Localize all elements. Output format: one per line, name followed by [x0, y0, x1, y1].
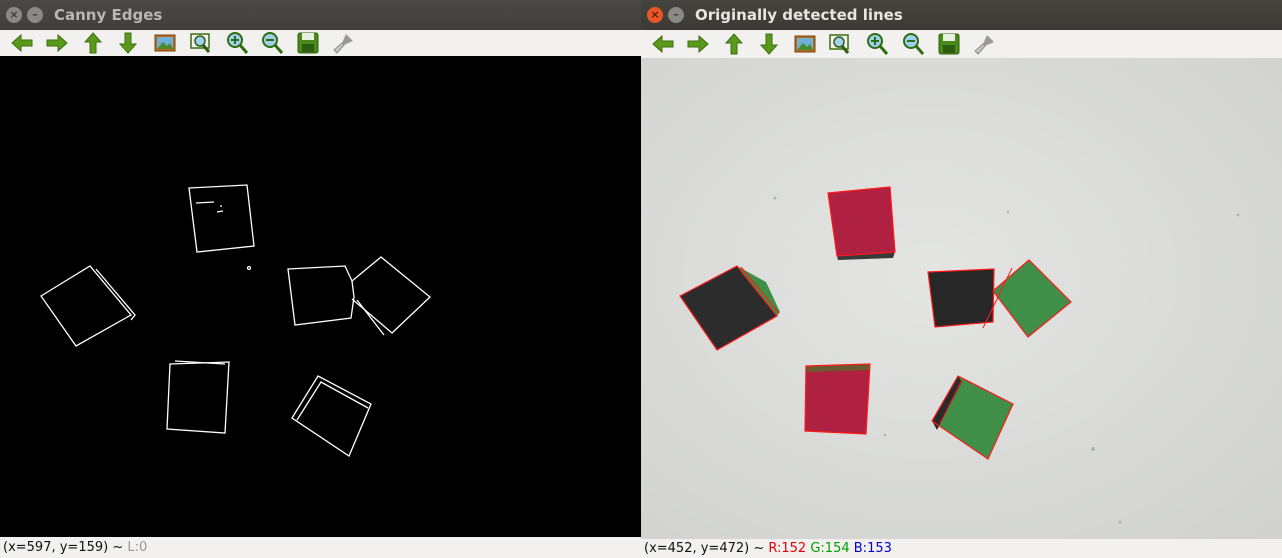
zoom-rect-icon	[190, 33, 211, 53]
edge-contour	[351, 256, 431, 334]
zoom-original-button[interactable]	[793, 32, 817, 56]
pan-up-button[interactable]	[81, 31, 105, 55]
edge-contour	[188, 184, 255, 253]
minimize-button[interactable]: –	[27, 7, 43, 23]
zoom-rect-icon	[829, 34, 850, 54]
pixel-red: R:152	[768, 541, 807, 556]
pixel-blue: B:153	[853, 541, 892, 556]
properties-button[interactable]	[973, 32, 997, 56]
image-icon	[794, 35, 816, 53]
zoom-in-icon	[867, 33, 889, 55]
save-icon	[938, 33, 960, 55]
zoom-original-button[interactable]	[153, 31, 177, 55]
red-block	[827, 186, 896, 260]
zoom-out-button[interactable]	[901, 32, 925, 56]
arrow-left-icon	[652, 34, 674, 54]
edge-map	[40, 184, 431, 457]
pixel-green: G:154	[810, 541, 850, 556]
image-icon	[154, 34, 176, 52]
pan-down-button[interactable]	[757, 32, 781, 56]
properties-button[interactable]	[332, 31, 356, 55]
pan-up-button[interactable]	[722, 32, 746, 56]
arrow-right-icon	[687, 34, 709, 54]
arrow-down-icon	[118, 32, 138, 54]
arrow-up-icon	[724, 33, 744, 55]
save-icon	[297, 32, 319, 54]
pixel-coords: (x=452, y=472) ~	[644, 541, 769, 556]
edge-contour	[40, 265, 133, 347]
arrow-down-icon	[759, 33, 779, 55]
zoom-fit-button[interactable]	[828, 32, 852, 56]
zoom-in-button[interactable]	[865, 32, 889, 56]
red-block	[804, 363, 871, 435]
window-title: Originally detected lines	[695, 6, 903, 24]
zoom-out-button[interactable]	[260, 31, 284, 55]
pixel-level: L:0	[127, 540, 148, 555]
photo-with-lines	[641, 58, 1282, 539]
status-bar: (x=597, y=159) ~ L:0	[0, 538, 641, 558]
pan-left-button[interactable]	[10, 31, 34, 55]
toolbar	[641, 31, 1282, 57]
title-bar[interactable]: × – Originally detected lines	[641, 0, 1282, 30]
title-bar[interactable]: × – Canny Edges	[0, 0, 641, 30]
minimize-button[interactable]: –	[668, 7, 684, 23]
brush-icon	[974, 35, 994, 55]
window-title: Canny Edges	[54, 6, 163, 24]
pan-right-button[interactable]	[45, 31, 69, 55]
close-button[interactable]: ×	[647, 7, 663, 23]
detected-lines-window: × – Originally detected lines (x=452, y=…	[641, 0, 1282, 558]
edge-contour	[287, 265, 355, 326]
save-button[interactable]	[296, 31, 320, 55]
arrow-up-icon	[83, 32, 103, 54]
status-bar: (x=452, y=472) ~ R:152 G:154 B:153	[641, 540, 1282, 558]
close-button[interactable]: ×	[6, 7, 22, 23]
zoom-out-icon	[903, 33, 925, 55]
pan-right-button[interactable]	[686, 32, 710, 56]
detected-lines-image[interactable]	[641, 58, 1282, 539]
zoom-out-icon	[262, 32, 284, 54]
canny-edges-image[interactable]	[0, 56, 641, 537]
arrow-right-icon	[46, 33, 68, 53]
brush-icon	[333, 34, 353, 54]
edge-contour	[166, 361, 230, 434]
pan-down-button[interactable]	[116, 31, 140, 55]
toolbar	[0, 30, 641, 56]
zoom-fit-button[interactable]	[189, 31, 213, 55]
zoom-in-icon	[227, 32, 249, 54]
save-button[interactable]	[937, 32, 961, 56]
pan-left-button[interactable]	[651, 32, 675, 56]
dark-block	[927, 268, 995, 328]
canny-edges-window: × – Canny Edges (x=597, y=159) ~ L:0	[0, 0, 641, 558]
arrow-left-icon	[11, 33, 33, 53]
pixel-coords: (x=597, y=159) ~	[3, 540, 128, 555]
zoom-in-button[interactable]	[225, 31, 249, 55]
